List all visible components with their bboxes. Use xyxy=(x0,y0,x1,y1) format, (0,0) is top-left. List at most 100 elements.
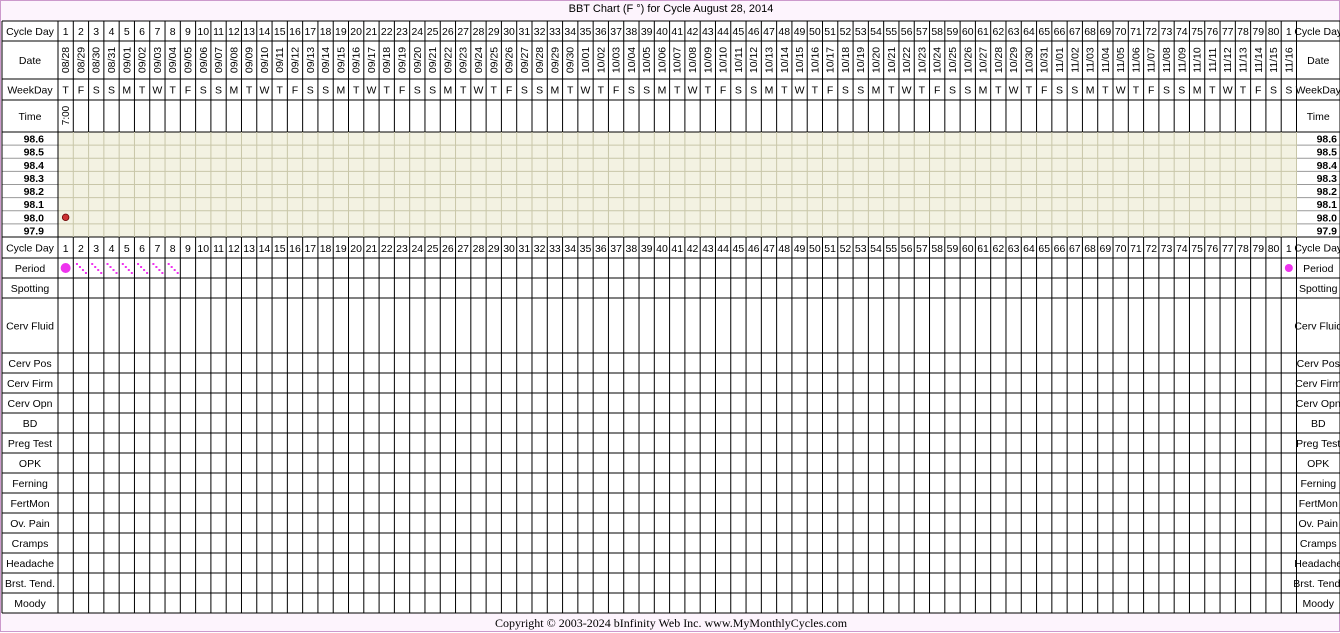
row-label-ferning: Ferning xyxy=(12,478,48,490)
date-label: 08/28 xyxy=(60,47,72,73)
row-label-brst-tend-right: Brst. Tend. xyxy=(1293,578,1340,590)
temp-point xyxy=(61,213,70,222)
cycle-day-number: 4 xyxy=(109,26,115,38)
date-label: 09/29 xyxy=(549,47,561,73)
row-label-period: Period xyxy=(15,263,46,275)
weekday-label: W xyxy=(581,85,591,97)
date-label: 11/10 xyxy=(1192,47,1204,73)
row-label-cycle-day: Cycle Day xyxy=(6,26,55,38)
date-label: 11/01 xyxy=(1054,47,1066,73)
weekday-label: T xyxy=(246,85,253,97)
row-label-moody-right: Moody xyxy=(1302,598,1334,610)
date-label: 11/08 xyxy=(1161,47,1173,73)
period-dot xyxy=(106,263,109,265)
cycle-day-number: 60 xyxy=(962,243,974,255)
date-label: 10/30 xyxy=(1023,47,1035,73)
weekday-label: T xyxy=(1102,85,1109,97)
cycle-day-number: 63 xyxy=(1008,243,1020,255)
row-label-cerv-firm: Cerv Firm xyxy=(7,378,53,390)
weekday-label: M xyxy=(444,85,453,97)
weekday-label: W xyxy=(1009,85,1019,97)
cycle-day-number: 17 xyxy=(304,26,316,38)
cycle-day-number: 45 xyxy=(733,243,745,255)
cycle-day-number: 1 xyxy=(63,243,69,255)
row-label-date: Date xyxy=(19,55,41,67)
cycle-day-number: 44 xyxy=(717,26,729,38)
weekday-label: T xyxy=(139,85,146,97)
date-label: 11/04 xyxy=(1100,47,1112,73)
temp-scale-label-right: 98.1 xyxy=(1317,199,1338,211)
date-label: 10/06 xyxy=(656,47,668,73)
cycle-day-number: 25 xyxy=(427,26,439,38)
cycle-day-number: 57 xyxy=(916,243,928,255)
date-label: 09/28 xyxy=(534,47,546,73)
weekday-label: S xyxy=(429,85,436,97)
row-label-spotting-right: Spotting xyxy=(1299,283,1338,295)
cycle-day-number: 41 xyxy=(671,26,683,38)
cycle-day-number: 29 xyxy=(488,26,500,38)
cycle-day-number: 28 xyxy=(473,243,485,255)
date-label: 10/16 xyxy=(809,47,821,73)
date-label: 09/08 xyxy=(228,47,240,73)
period-dot xyxy=(81,269,84,271)
temp-scale-label-left: 98.0 xyxy=(24,212,45,224)
cycle-day-number: 8 xyxy=(170,243,176,255)
chart-frame: BBT Chart (F °) for Cycle August 28, 201… xyxy=(0,0,1340,632)
date-label: 10/09 xyxy=(702,47,714,73)
cycle-day-number: 28 xyxy=(473,26,485,38)
weekday-label: M xyxy=(229,85,238,97)
cycle-day-number: 13 xyxy=(243,26,255,38)
cycle-day-number: 34 xyxy=(564,26,576,38)
cycle-day-number: 32 xyxy=(534,243,546,255)
weekday-label: M xyxy=(1086,85,1095,97)
cycle-day-number: 29 xyxy=(488,243,500,255)
cycle-day-number: 9 xyxy=(185,243,191,255)
cycle-day-number: 49 xyxy=(794,26,806,38)
weekday-label: F xyxy=(1148,85,1154,97)
row-label-cycle-day: Cycle Day xyxy=(6,242,55,254)
row-label-weekday: WeekDay xyxy=(7,84,53,96)
period-dot xyxy=(170,266,173,268)
weekday-label: W xyxy=(1116,85,1126,97)
period-dot xyxy=(97,269,100,271)
weekday-label: S xyxy=(1178,85,1185,97)
date-label: 11/07 xyxy=(1146,47,1158,73)
period-dot xyxy=(124,266,127,268)
cycle-day-number: 67 xyxy=(1069,26,1081,38)
weekday-label: W xyxy=(1223,85,1233,97)
row-label-ferning-right: Ferning xyxy=(1300,478,1336,490)
cycle-day-number: 12 xyxy=(228,26,240,38)
cycle-day-number: 46 xyxy=(748,26,760,38)
weekday-label: S xyxy=(750,85,757,97)
weekday-label: T xyxy=(491,85,498,97)
cycle-day-number: 23 xyxy=(396,26,408,38)
period-dot xyxy=(94,266,97,268)
row-label-cerv-fluid: Cerv Fluid xyxy=(6,320,54,332)
weekday-label: T xyxy=(1133,85,1140,97)
cycle-day-number: 74 xyxy=(1176,26,1188,38)
cycle-day-number: 66 xyxy=(1054,26,1066,38)
weekday-label: T xyxy=(353,85,360,97)
cycle-day-number: 63 xyxy=(1008,26,1020,38)
date-label: 11/14 xyxy=(1253,47,1265,73)
cycle-day-number: 72 xyxy=(1145,26,1157,38)
date-label: 09/02 xyxy=(137,47,149,73)
weekday-label: F xyxy=(292,85,298,97)
row-label-bd: BD xyxy=(23,418,38,430)
cycle-day-number: 22 xyxy=(381,26,393,38)
cycle-day-number: 19 xyxy=(335,26,347,38)
date-label: 10/14 xyxy=(779,47,791,73)
cycle-day-number: 10 xyxy=(197,243,209,255)
temp-scale-label-right: 98.2 xyxy=(1317,186,1338,198)
cycle-day-number: 9 xyxy=(185,26,191,38)
cycle-day-number: 18 xyxy=(320,243,332,255)
date-label: 10/31 xyxy=(1039,47,1051,73)
weekday-label: S xyxy=(842,85,849,97)
date-label: 09/27 xyxy=(519,47,531,73)
weekday-label: S xyxy=(414,85,421,97)
cycle-day-number: 64 xyxy=(1023,26,1035,38)
weekday-label: W xyxy=(902,85,912,97)
cycle-day-number: 77 xyxy=(1222,243,1234,255)
date-label: 10/29 xyxy=(1008,47,1020,73)
cycle-day-number: 32 xyxy=(534,26,546,38)
